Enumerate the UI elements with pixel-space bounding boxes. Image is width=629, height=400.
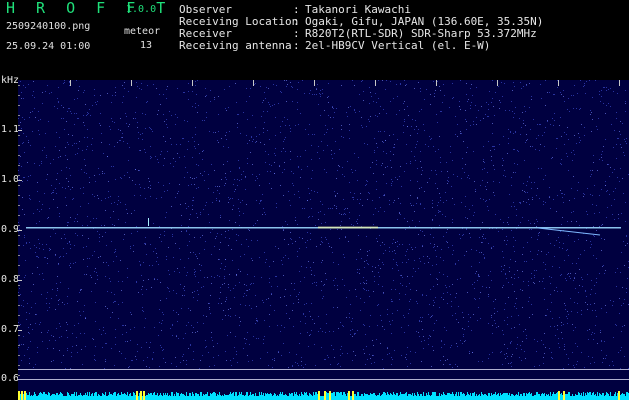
frequency-minor-tick [18, 265, 20, 266]
frequency-minor-tick [18, 95, 20, 96]
meteor-echo [148, 218, 149, 226]
frequency-minor-tick [18, 135, 20, 136]
frequency-tick-mark [18, 130, 22, 131]
frequency-minor-tick [18, 225, 20, 226]
frequency-minor-tick [18, 365, 20, 366]
frequency-minor-tick [18, 285, 20, 286]
frequency-minor-tick [18, 145, 20, 146]
frequency-tick-label: 1.0 [1, 174, 20, 185]
level-peak [318, 391, 320, 400]
frequency-tick-label: 0.8 [1, 274, 20, 285]
time-tick-mark [436, 80, 437, 86]
spectrogram-canvas [18, 80, 629, 400]
antenna-sep: : [293, 39, 300, 52]
level-peak [563, 391, 565, 400]
frequency-minor-tick [18, 195, 20, 196]
time-tick-mark [314, 80, 315, 86]
frequency-minor-tick [18, 255, 20, 256]
frequency-minor-tick [18, 105, 20, 106]
frequency-tick-label: 0.6 [1, 373, 20, 384]
frequency-tick-label: 1.1 [1, 124, 20, 135]
meteor-label: meteor [124, 26, 161, 37]
frequency-minor-tick [18, 305, 20, 306]
frequency-tick-mark [18, 230, 22, 231]
time-tick-mark [192, 80, 193, 86]
frequency-tick-mark [18, 280, 22, 281]
frequency-minor-tick [18, 295, 20, 296]
frequency-minor-tick [18, 315, 20, 316]
frequency-tick-mark [18, 180, 22, 181]
level-peak [558, 391, 560, 400]
file-name: 2509240100.png [6, 21, 91, 32]
time-tick-mark [558, 80, 559, 86]
reference-line-lower [18, 379, 629, 380]
frequency-tick-mark [18, 330, 22, 331]
reference-line-upper [18, 369, 629, 370]
frequency-minor-tick [18, 205, 20, 206]
frequency-minor-tick [18, 275, 20, 276]
antenna-value: 2el-HB9CV Vertical (el. E-W) [305, 39, 491, 52]
level-peak [18, 391, 20, 400]
meteor-count: 13 [140, 40, 153, 51]
frequency-minor-tick [18, 165, 20, 166]
frequency-minor-tick [18, 345, 20, 346]
frequency-minor-tick [18, 125, 20, 126]
time-tick-mark [253, 80, 254, 86]
frequency-minor-tick [18, 115, 20, 116]
level-peak [348, 391, 350, 400]
frequency-tick-label: 0.9 [1, 224, 20, 235]
level-peak [352, 391, 354, 400]
time-tick-mark [131, 80, 132, 86]
level-peak [24, 391, 26, 400]
time-tick-mark [497, 80, 498, 86]
frequency-minor-tick [18, 85, 20, 86]
frequency-minor-tick [18, 335, 20, 336]
spectrogram-plot [18, 80, 629, 400]
datetime: 25.09.24 01:00 [6, 41, 91, 52]
background-noise-bright [20, 80, 629, 370]
level-peak [324, 391, 326, 400]
frequency-minor-tick [18, 235, 20, 236]
hroft-window: H R O F F T 1.0.0 2509240100.png 25.09.2… [0, 0, 629, 400]
level-peak [21, 391, 23, 400]
level-peak [140, 391, 142, 400]
level-peak [329, 391, 331, 400]
time-tick-mark [375, 80, 376, 86]
frequency-unit-label: kHz [1, 75, 20, 86]
time-tick-mark [619, 80, 620, 86]
frequency-minor-tick [18, 245, 20, 246]
app-version: 1.0.0 [126, 4, 157, 15]
background-noise [18, 80, 629, 370]
level-peak [618, 391, 620, 400]
carrier-bright-segment [318, 226, 378, 229]
meteor-trail [537, 227, 601, 236]
frequency-minor-tick [18, 325, 20, 326]
antenna-label: Receiving antenna [179, 39, 292, 52]
frequency-minor-tick [18, 155, 20, 156]
level-peak [136, 391, 138, 400]
frequency-minor-tick [18, 215, 20, 216]
frequency-minor-tick [18, 175, 20, 176]
frequency-minor-tick [18, 375, 20, 376]
frequency-minor-tick [18, 355, 20, 356]
frequency-tick-label: 0.7 [1, 324, 20, 335]
level-peak [143, 391, 145, 400]
time-tick-mark [70, 80, 71, 86]
frequency-minor-tick [18, 185, 20, 186]
